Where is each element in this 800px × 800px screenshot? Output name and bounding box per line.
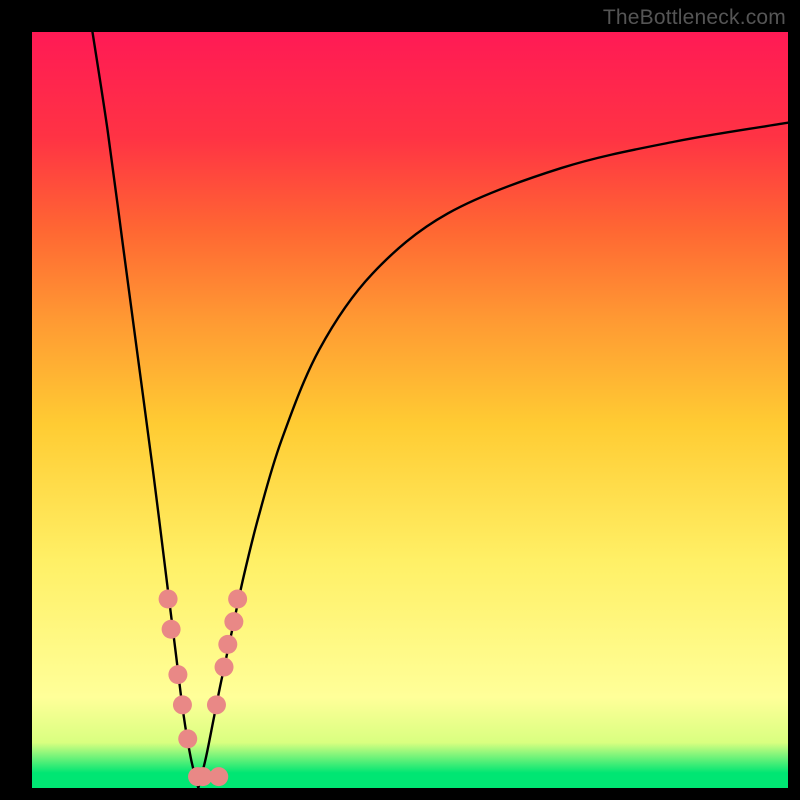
- watermark-label: TheBottleneck.com: [603, 6, 786, 30]
- data-dot: [224, 612, 243, 631]
- chart-svg: [32, 32, 788, 788]
- chart-stage: TheBottleneck.com: [0, 0, 800, 800]
- data-dot: [168, 665, 187, 684]
- data-dot: [228, 590, 247, 609]
- data-dot: [207, 695, 226, 714]
- data-dot: [159, 590, 178, 609]
- data-dot: [218, 635, 237, 654]
- data-dot: [209, 767, 228, 786]
- data-dot: [178, 729, 197, 748]
- data-dot: [215, 658, 234, 677]
- curve-right-branch: [198, 123, 788, 788]
- data-dot: [162, 620, 181, 639]
- data-dot: [173, 695, 192, 714]
- plot-area: [32, 32, 788, 788]
